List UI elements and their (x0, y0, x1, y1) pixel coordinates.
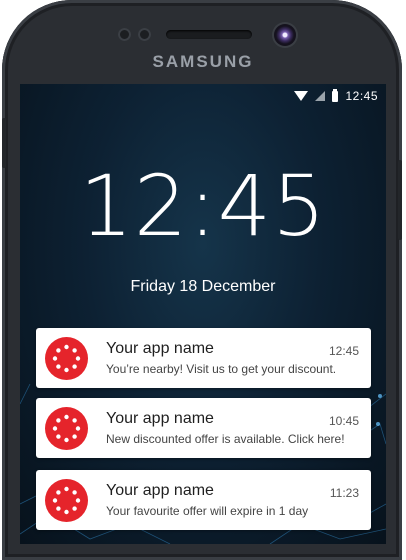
signal-icon (315, 91, 326, 101)
power-button[interactable] (398, 160, 402, 240)
notification-message: Your favourite offer will expire in 1 da… (106, 504, 309, 518)
status-bar: 12:45 (20, 84, 386, 110)
notification-app-name: Your app name (106, 410, 214, 427)
notification-message: You’re nearby! Visit us to get your disc… (106, 362, 337, 376)
notification-message: New discounted offer is available. Click… (106, 432, 345, 446)
lock-screen: 12:45 12:45 Friday 18 December Your app … (20, 84, 386, 544)
notification-card[interactable]: Your app name 10:45 New discounted offer… (36, 398, 371, 458)
front-camera (274, 24, 296, 46)
status-time: 12:45 (345, 89, 378, 103)
notification-time: 11:23 (329, 486, 359, 500)
app-logo-icon (45, 407, 88, 450)
earpiece-speaker (166, 30, 252, 39)
notification-time: 12:45 (328, 344, 359, 358)
app-logo-icon (45, 479, 88, 522)
notification-card[interactable]: Your app name 11:23 Your favourite offer… (36, 470, 371, 530)
lock-date: Friday 18 December (130, 278, 276, 295)
sensor (118, 28, 131, 41)
wifi-icon (294, 91, 309, 101)
volume-button[interactable] (2, 118, 6, 168)
notification-app-name: Your app name (106, 482, 214, 499)
sensor (138, 28, 151, 41)
notification-app-name: Your app name (106, 340, 214, 357)
battery-icon (332, 88, 339, 102)
lock-clock: 12:45 (79, 157, 327, 255)
app-logo-icon (45, 337, 88, 380)
notification-card[interactable]: Your app name 12:45 You’re nearby! Visit… (36, 328, 371, 388)
notification-time: 10:45 (328, 414, 359, 428)
brand-logo: SAMSUNG (152, 52, 254, 71)
